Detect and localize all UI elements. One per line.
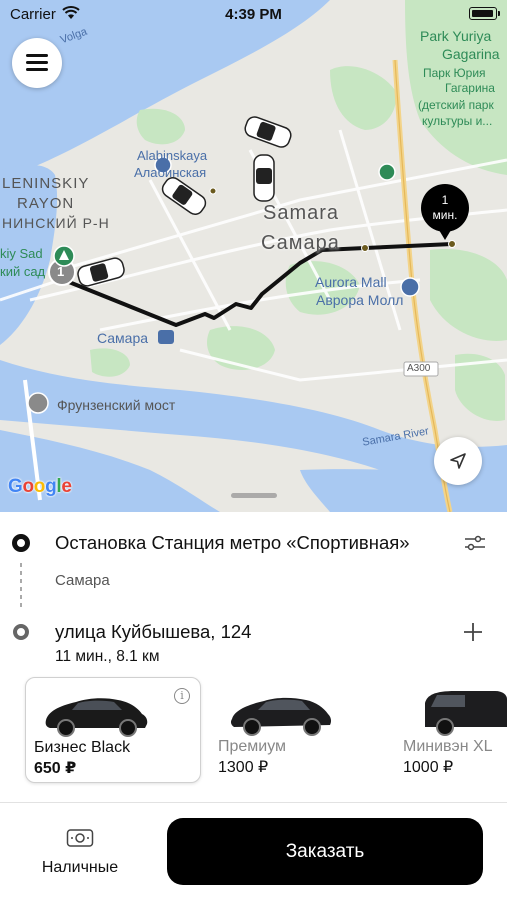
- map-label-bridge: Фрунзенский мост: [57, 397, 176, 413]
- map-label-park-en-1: Park Yuriya: [420, 28, 492, 44]
- tariff-name: Бизнес Black: [34, 739, 131, 756]
- sheet-drag-handle[interactable]: [231, 493, 277, 498]
- route-start-pin-label: 1: [57, 264, 65, 279]
- map-view[interactable]: Volga Park Yuriya Gagarina Парк Юрия Гаг…: [0, 0, 507, 512]
- clock-label: 4:39 PM: [225, 6, 282, 23]
- map-label-park-ru-3: (детский парк: [418, 98, 494, 112]
- map-label-sad-ru: кий сад: [0, 264, 46, 279]
- map-label-city-ru: Самара: [261, 232, 340, 254]
- add-stop-icon[interactable]: [463, 622, 483, 642]
- destination-dot-icon: [13, 624, 29, 640]
- tariff-minivan-xl[interactable]: Минивэн XL 1000 ₽: [395, 677, 507, 783]
- payment-method-button[interactable]: Наличные: [28, 822, 132, 886]
- menu-button[interactable]: [12, 38, 62, 88]
- trip-info: 11 мин., 8.1 км: [55, 648, 160, 665]
- sedan-car-icon: [45, 698, 148, 737]
- map-label-leninskiy-ru: НИНСКИЙ Р-Н: [2, 215, 110, 231]
- premium-car-icon: [230, 697, 332, 736]
- origin-address[interactable]: Остановка Станция метро «Спортивная»: [55, 532, 410, 554]
- my-location-button[interactable]: [434, 437, 482, 485]
- map-label-park-en-2: Gagarina: [442, 46, 500, 62]
- tariff-price: 650 ₽: [34, 760, 77, 777]
- hamburger-icon: [26, 54, 48, 72]
- tariff-premium[interactable]: Премиум 1300 ₽: [210, 677, 386, 783]
- tariff-price: 1000 ₽: [403, 759, 454, 776]
- tariff-price: 1300 ₽: [218, 759, 269, 776]
- map-label-leninskiy-en-1: LENINSKIY: [2, 175, 90, 192]
- map-label-city-en: Samara: [263, 202, 340, 224]
- map-label-alabinskaya-en: Alabinskaya: [137, 148, 208, 163]
- origin-city: Самара: [55, 572, 110, 589]
- payment-method-label: Наличные: [41, 859, 119, 876]
- eta-pin-value: 1: [441, 193, 449, 207]
- tariff-name: Минивэн XL: [403, 738, 493, 755]
- eta-pin: 1 мин.: [421, 184, 469, 240]
- car-marker-2: [253, 154, 275, 202]
- order-button[interactable]: Заказать: [167, 818, 483, 885]
- map-label-park-ru-1: Парк Юрия: [423, 66, 486, 80]
- order-button-label: Заказать: [285, 840, 365, 862]
- sheet-divider: [0, 802, 507, 803]
- destination-address[interactable]: улица Куйбышева, 124: [55, 621, 251, 643]
- minivan-car-icon: [425, 691, 507, 736]
- map-label-sad-en: kiy Sad: [0, 246, 43, 261]
- map-label-alabinskaya-ru: Алабинская: [134, 165, 207, 180]
- map-label-park-ru-4: культуры и...: [422, 114, 493, 128]
- map-label-road: A300: [407, 363, 431, 374]
- tariff-name: Премиум: [218, 738, 287, 755]
- cash-icon: [66, 829, 94, 847]
- route-settings-icon[interactable]: [464, 535, 486, 551]
- map-label-leninskiy-en-2: RAYON: [17, 195, 75, 212]
- navigation-arrow-icon: [450, 453, 466, 469]
- battery-icon: [469, 7, 500, 20]
- status-bar: Carrier 4:39 PM: [0, 0, 507, 30]
- tariff-business-black[interactable]: i Бизнес Black 650 ₽: [25, 677, 201, 783]
- origin-dot-icon: [12, 534, 30, 552]
- info-icon[interactable]: i: [174, 688, 190, 704]
- map-label-station: Самара: [97, 330, 149, 346]
- eta-pin-unit: мин.: [432, 208, 458, 222]
- route-connector: [20, 563, 22, 609]
- map-label-aurora-ru: Аврора Молл: [316, 292, 404, 308]
- google-logo: Google: [8, 476, 72, 497]
- map-label-park-ru-2: Гагарина: [445, 81, 495, 95]
- map-label-aurora-en: Aurora Mall: [315, 274, 387, 290]
- tariff-carousel[interactable]: i Бизнес Black 650 ₽ Премиум 1300 ₽ Мини…: [0, 677, 507, 783]
